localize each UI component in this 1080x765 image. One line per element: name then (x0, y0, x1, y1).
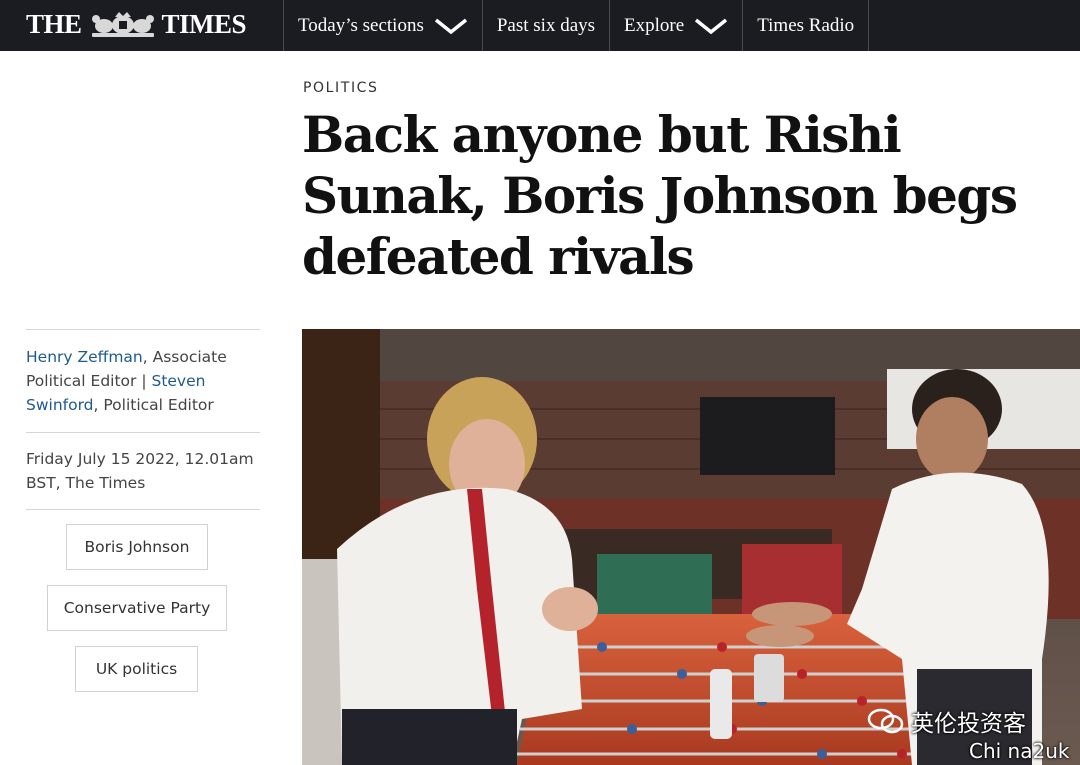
nav-past-six-days[interactable]: Past six days (481, 0, 609, 51)
author-link-henry-zeffman[interactable]: Henry Zeffman (26, 348, 143, 366)
article-lead-photo: 英伦投资客 Chi na2uk (302, 329, 1080, 765)
nav-times-radio[interactable]: Times Radio (742, 0, 870, 51)
nav-times-radio-label: Times Radio (757, 14, 855, 36)
topic-tag-boris-johnson[interactable]: Boris Johnson (66, 524, 208, 570)
byline-top-divider (26, 329, 260, 330)
main-nav: Today’s sections Past six days Explore T… (283, 0, 870, 51)
byline: Henry Zeffman, Associate Political Edito… (26, 345, 260, 417)
publication-dateline: Friday July 15 2022, 12.01am BST, The Ti… (26, 450, 254, 492)
watermark-handle: Chi na2uk (969, 739, 1070, 763)
nav-past-six-days-label: Past six days (496, 14, 596, 36)
logo-word-the: THE (26, 8, 82, 39)
times-logo[interactable]: THE TIMES (26, 8, 247, 39)
nav-todays-sections-label: Today’s sections (298, 14, 424, 36)
nav-explore[interactable]: Explore (609, 0, 742, 51)
topic-tag-conservative-party[interactable]: Conservative Party (47, 585, 227, 631)
nav-explore-label: Explore (624, 14, 685, 36)
watermark-account-name: 英伦投资客 (911, 711, 1026, 737)
section-label[interactable]: POLITICS (303, 80, 379, 96)
byline-divider (26, 432, 260, 433)
royal-crest-icon (91, 12, 154, 37)
chevron-down-icon (695, 18, 728, 34)
photo-illustration (302, 329, 1080, 765)
author-separator: | (136, 372, 152, 390)
dateline-divider (26, 509, 260, 510)
nav-todays-sections[interactable]: Today’s sections (283, 0, 482, 51)
wechat-icon (867, 708, 904, 734)
watermark-account: 英伦投资客 (867, 704, 1026, 738)
logo-word-times: TIMES (161, 8, 247, 39)
author-role: , Political Editor (93, 396, 214, 414)
chevron-down-icon (434, 18, 467, 34)
top-navigation-bar: THE TIMES Today’s sections Past six days… (0, 0, 1080, 51)
article-headline: Back anyone but Rishi Sunak, Boris Johns… (302, 105, 1018, 286)
topic-tag-uk-politics[interactable]: UK politics (75, 646, 198, 692)
